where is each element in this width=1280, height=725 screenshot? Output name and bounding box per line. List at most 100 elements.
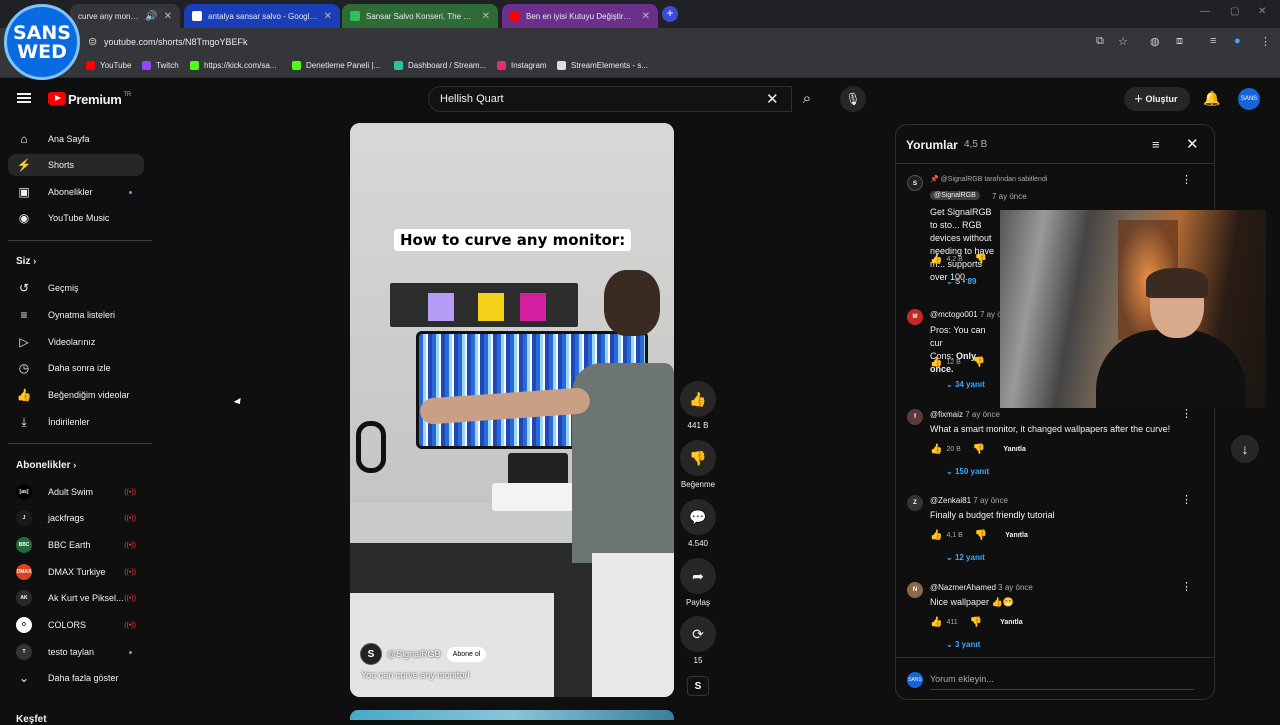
search-input[interactable]: Hellish Quart xyxy=(428,86,792,112)
hamburger-menu-icon[interactable] xyxy=(17,93,31,103)
view-replies-button[interactable]: ⌄ S • 89 xyxy=(946,277,976,286)
sidebar-item-playlists[interactable]: ≡ Oynatma listeleri xyxy=(8,304,144,326)
view-replies-button[interactable]: ⌄ 3 yanıt xyxy=(946,640,980,649)
sidebar-item-your-videos[interactable]: ▷ Videolarınız xyxy=(8,331,144,353)
install-icon[interactable]: ⧉ xyxy=(1096,35,1104,48)
thumbs-down-icon[interactable]: 👎 xyxy=(973,357,985,368)
clear-search-icon[interactable]: ✕ xyxy=(766,90,779,108)
shorts-video-player[interactable]: How to curve any monitor: S @SignalRGB A… xyxy=(350,123,674,697)
address-input[interactable]: youtube.com/shorts/N8TmgoYBEFk xyxy=(84,32,1144,52)
view-replies-button[interactable]: ⌄ 12 yanıt xyxy=(946,553,985,562)
thumbs-down-icon[interactable]: 👎 xyxy=(975,530,987,541)
close-tab-icon[interactable]: ✕ xyxy=(482,11,490,22)
dislike-action[interactable]: 👎 Beğenme xyxy=(680,440,716,489)
sidebar-item-downloads[interactable]: ⤓ İndirilenler xyxy=(8,411,144,433)
close-tab-icon[interactable]: ✕ xyxy=(164,11,172,22)
thumbs-down-icon[interactable]: 👎 xyxy=(680,440,716,476)
sidebar-item-history[interactable]: ↺ Geçmiş xyxy=(8,277,144,299)
browser-tab[interactable]: Ben en iyisi Kutuyu Değiştireyim ✕ xyxy=(502,4,658,28)
thumbs-down-icon[interactable]: 👎 xyxy=(973,444,985,455)
comment-avatar[interactable]: N xyxy=(907,582,923,598)
sidebar-item-liked[interactable]: 👍 Beğendiğim videolar xyxy=(8,384,144,406)
like-action[interactable]: 👍 441 B xyxy=(680,381,716,430)
account-avatar[interactable]: SANS xyxy=(1238,88,1260,110)
next-video-arrow-icon[interactable]: ↓ xyxy=(1231,435,1259,463)
thumbs-up-icon[interactable]: 👍 xyxy=(930,444,942,455)
bookmark-dashboard[interactable]: Dashboard / Stream... xyxy=(394,61,486,70)
close-tab-icon[interactable]: ✕ xyxy=(642,11,650,22)
reply-button[interactable]: Yanıtla xyxy=(1000,619,1023,626)
add-comment-input[interactable]: Yorum ekleyin... xyxy=(930,674,1194,690)
thumbs-up-icon[interactable]: 👍 xyxy=(930,254,942,265)
thumbs-up-icon[interactable]: 👍 xyxy=(680,381,716,417)
share-icon[interactable]: ➦ xyxy=(680,558,716,594)
comment-author[interactable]: @Zenkai81 7 ay önce xyxy=(930,496,1008,505)
voice-search-button[interactable]: 🎙 xyxy=(840,86,866,112)
browser-tab[interactable]: Sansar Salvo Konseri, The Bar ✕ xyxy=(342,4,498,28)
comment-avatar[interactable]: M xyxy=(907,309,923,325)
comment-avatar[interactable]: Z xyxy=(907,495,923,511)
sound-source-avatar[interactable]: S xyxy=(687,676,709,696)
comment-avatar[interactable]: f xyxy=(907,409,923,425)
close-comments-icon[interactable]: ✕ xyxy=(1186,135,1199,153)
puzzle-icon[interactable]: ⧈ xyxy=(1176,35,1183,48)
sidebar-show-more[interactable]: ⌄ Daha fazla göster xyxy=(8,667,144,689)
remix-icon[interactable]: ⟳ xyxy=(680,616,716,652)
remix-action[interactable]: ⟳ 15 xyxy=(680,616,716,665)
search-button[interactable]: ⌕ xyxy=(792,86,822,112)
reply-button[interactable]: Yanıtla xyxy=(1003,446,1026,453)
thumbs-down-icon[interactable]: 👎 xyxy=(975,254,987,265)
thumbs-down-icon[interactable]: 👎 xyxy=(970,617,982,628)
subscribe-button[interactable]: Abone ol xyxy=(446,646,487,662)
view-replies-button[interactable]: ⌄ 34 yanıt xyxy=(946,380,985,389)
comment-avatar[interactable]: S xyxy=(907,175,923,191)
thumbs-up-icon[interactable]: 👍 xyxy=(930,617,942,628)
maximize-icon[interactable]: ▢ xyxy=(1230,6,1239,17)
window-close-icon[interactable]: ✕ xyxy=(1258,6,1266,17)
comment-menu-icon[interactable]: ⋮ xyxy=(1181,407,1192,420)
comment-menu-icon[interactable]: ⋮ xyxy=(1181,493,1192,506)
bookmark-kick[interactable]: https://kick.com/sa... xyxy=(190,61,276,70)
comment-menu-icon[interactable]: ⋮ xyxy=(1181,580,1192,593)
sidebar-item-watch-later[interactable]: ◷ Daha sonra izle xyxy=(8,357,144,379)
bookmark-twitch[interactable]: Twitch xyxy=(142,61,179,70)
notifications-bell-icon[interactable]: 🔔 xyxy=(1203,90,1220,107)
share-action[interactable]: ➦ Paylaş xyxy=(680,558,716,607)
reply-button[interactable]: Yanıtla xyxy=(1005,532,1028,539)
sidebar-item-home[interactable]: ⌂ Ana Sayfa xyxy=(8,128,144,150)
close-tab-icon[interactable]: ✕ xyxy=(324,11,332,22)
profile-icon[interactable]: ● xyxy=(1234,35,1241,47)
sidebar-item-music[interactable]: ◉ YouTube Music xyxy=(8,207,144,229)
comment-icon[interactable]: 💬 xyxy=(680,499,716,535)
new-tab-button[interactable]: + xyxy=(662,6,678,22)
media-icon[interactable]: ≡ xyxy=(1210,35,1216,47)
bookmark-panel[interactable]: Denetleme Paneli |... xyxy=(292,61,380,70)
youtube-logo-icon[interactable] xyxy=(48,92,66,105)
extension-icon[interactable]: ◍ xyxy=(1150,35,1160,48)
sidebar-item-subscriptions[interactable]: ▣ Abonelikler xyxy=(8,181,144,203)
next-short-preview[interactable] xyxy=(350,710,674,720)
view-replies-button[interactable]: ⌄ 150 yanıt xyxy=(946,467,989,476)
bookmark-youtube[interactable]: YouTube xyxy=(86,61,131,70)
signalrgb-avatar[interactable]: S xyxy=(360,643,382,665)
sort-icon[interactable]: ≡ xyxy=(1152,137,1160,152)
comment-author-badge[interactable]: @SignalRGB xyxy=(930,191,980,200)
browser-tab-active[interactable]: curve any monitor 🔊 ✕ xyxy=(70,4,180,28)
comment-menu-icon[interactable]: ⋮ xyxy=(1181,173,1192,186)
video-channel-name[interactable]: @SignalRGB xyxy=(387,649,441,659)
create-button[interactable]: ＋ Oluştur xyxy=(1124,87,1190,111)
comment-author[interactable]: @NazmerAhamed 3 ay önce xyxy=(930,583,1033,592)
bookmark-instagram[interactable]: Instagram xyxy=(497,61,547,70)
comment-author[interactable]: @fixmaiz 7 ay önce xyxy=(930,410,1000,419)
sidebar-you-heading[interactable]: Siz › xyxy=(16,256,36,267)
sidebar-item-shorts[interactable]: ⚡ Shorts xyxy=(8,154,144,176)
comments-action[interactable]: 💬 4.540 xyxy=(680,499,716,548)
thumbs-up-icon[interactable]: 👍 xyxy=(930,357,942,368)
browser-menu-icon[interactable]: ⋮ xyxy=(1260,35,1271,48)
bookmark-star-icon[interactable]: ☆ xyxy=(1118,35,1128,48)
browser-tab[interactable]: antalya sansar salvo - Google'd ✕ xyxy=(184,4,340,28)
minimize-icon[interactable]: — xyxy=(1200,6,1210,17)
thumbs-up-icon[interactable]: 👍 xyxy=(930,530,942,541)
bookmark-streamelements[interactable]: StreamElements - s... xyxy=(557,61,648,70)
youtube-premium-logo[interactable]: Premium TR xyxy=(68,92,131,107)
